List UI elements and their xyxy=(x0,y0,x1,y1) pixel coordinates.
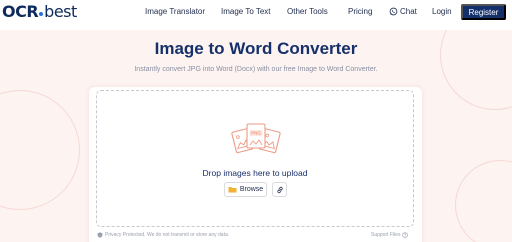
whatsapp-icon xyxy=(389,7,398,16)
image-dropzone[interactable]: PNG Drop images here to upload Browse xyxy=(96,90,414,227)
nav-link-image-translator[interactable]: Image Translator xyxy=(145,7,205,16)
nav-link-login[interactable]: Login xyxy=(432,7,452,16)
shield-icon xyxy=(97,232,103,238)
logo-dot-icon xyxy=(39,12,44,16)
logo-text-best: best xyxy=(44,2,77,21)
folder-icon xyxy=(228,187,237,193)
drop-instruction: Drop images here to upload xyxy=(202,168,308,178)
ocr-best-logo[interactable]: OCR best xyxy=(2,2,77,22)
decorative-circle xyxy=(0,90,80,210)
decorative-circle xyxy=(455,160,512,242)
nav-link-image-to-text[interactable]: Image To Text xyxy=(221,7,271,16)
page-subtitle: Instantly convert JPG into Word (Docx) w… xyxy=(134,66,378,73)
hero-section: Image to Word Converter Instantly conver… xyxy=(0,30,512,242)
help-icon xyxy=(402,232,409,238)
nav-link-other-tools[interactable]: Other Tools xyxy=(287,7,328,16)
page-title: Image to Word Converter xyxy=(154,39,358,58)
nav-link-chat[interactable]: Chat xyxy=(389,7,417,16)
support-text: Support Files xyxy=(371,232,401,238)
art-png-label: PNG xyxy=(251,131,261,136)
register-button[interactable]: Register xyxy=(461,4,506,20)
nav-chat-label: Chat xyxy=(400,7,417,16)
link-icon xyxy=(276,186,283,193)
upload-card: PNG Drop images here to upload Browse xyxy=(89,87,422,242)
logo-text-ocr: OCR xyxy=(2,2,39,21)
browse-button[interactable]: Browse xyxy=(224,182,267,197)
paste-url-button[interactable] xyxy=(272,182,287,197)
image-files-icon: PNG xyxy=(231,123,281,154)
nav-link-pricing[interactable]: Pricing xyxy=(348,7,372,16)
top-navbar: OCR best Image Translator Image To Text O… xyxy=(0,0,512,26)
privacy-note: Privacy Protected. We do not transmit or… xyxy=(97,232,229,238)
browse-label: Browse xyxy=(239,186,264,193)
privacy-text: Privacy Protected. We do not transmit or… xyxy=(105,232,230,238)
support-files-link[interactable]: Support Files xyxy=(371,232,409,238)
